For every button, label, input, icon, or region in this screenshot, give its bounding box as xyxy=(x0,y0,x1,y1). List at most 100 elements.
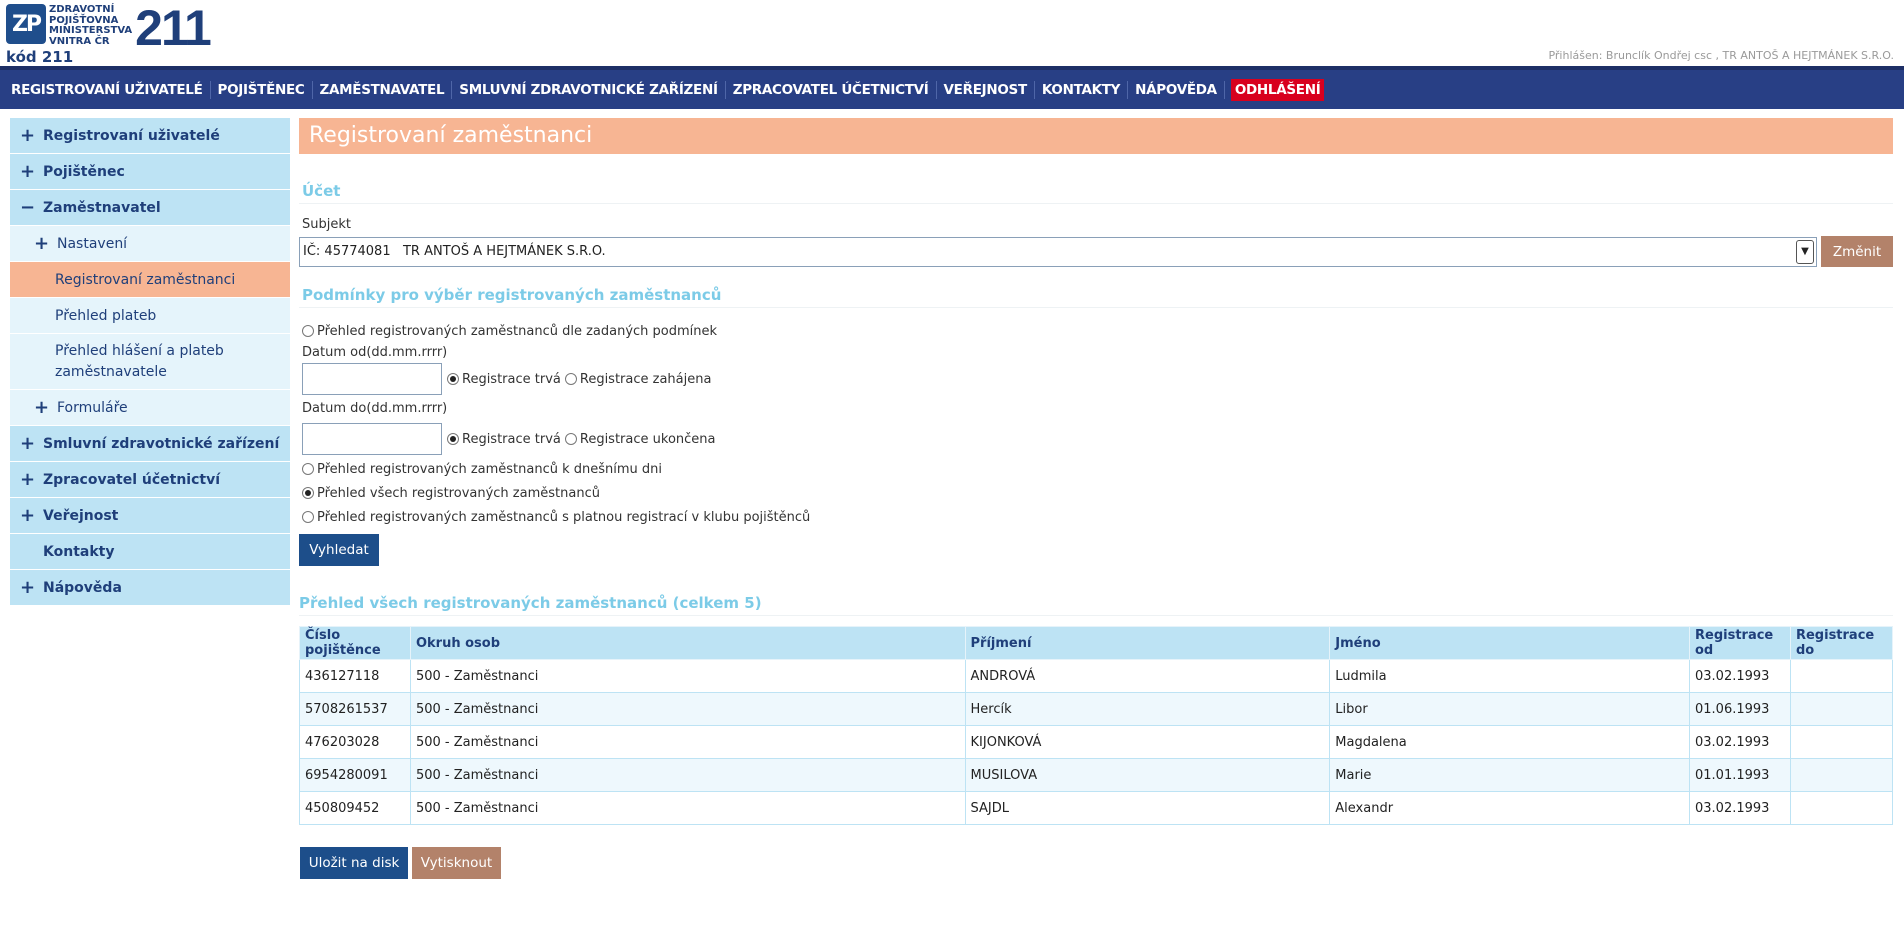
cell-reg-from: 03.02.1993 xyxy=(1689,659,1791,693)
sidebar-item-public[interactable]: + Veřejnost xyxy=(10,498,290,534)
sidebar: + Registrovaní uživatelé + Pojištěnec − … xyxy=(10,118,290,606)
zp-logo-icon: ZP xyxy=(6,4,46,44)
change-button[interactable]: Změnit xyxy=(1821,236,1893,267)
plus-icon: + xyxy=(34,397,50,418)
cell-reg-from: 03.02.1993 xyxy=(1689,725,1791,759)
chevron-down-icon[interactable]: ▼ xyxy=(1796,239,1814,264)
radio-today[interactable] xyxy=(302,462,314,475)
table-row[interactable]: 450809452 500 - Zaměstnanci SAJDL Alexan… xyxy=(299,791,1894,825)
nav-help[interactable]: NÁPOVĚDA xyxy=(1128,80,1225,99)
nav-registered-users[interactable]: REGISTROVANÍ UŽIVATELÉ xyxy=(4,80,211,99)
nav-accounting-processor[interactable]: ZPRACOVATEL ÚČETNICTVÍ xyxy=(726,80,937,99)
date-to-input[interactable] xyxy=(302,423,442,455)
search-button[interactable]: Vyhledat xyxy=(299,534,379,566)
column-header-reg-from[interactable]: Registrace od xyxy=(1689,626,1791,660)
nav-public[interactable]: VEŘEJNOST xyxy=(937,80,1035,99)
cell-name: Magdalena xyxy=(1329,725,1690,759)
login-info: Přihlášen: Brunclík Ondřej csc , TR ANTO… xyxy=(1548,49,1894,62)
cell-reg-to xyxy=(1789,692,1894,726)
table-row[interactable]: 436127118 500 - Zaměstnanci ANDROVÁ Ludm… xyxy=(299,659,1894,693)
cell-insured-number: 436127118 xyxy=(299,659,411,693)
table-row[interactable]: 5708261537 500 - Zaměstnanci Hercík Libo… xyxy=(299,692,1894,726)
sidebar-item-forms[interactable]: + Formuláře xyxy=(10,390,290,426)
zp-logo[interactable]: ZP ZDRAVOTNÍ POJIŠŤOVNA MINISTERSTVA VNI… xyxy=(6,0,212,56)
column-header-group[interactable]: Okruh osob xyxy=(409,626,966,660)
option-to-ongoing[interactable]: Registrace trvá xyxy=(447,432,561,447)
logo-number: 211 xyxy=(135,0,212,56)
cell-surname: KIJONKOVÁ xyxy=(964,725,1331,759)
radio-from-started[interactable] xyxy=(564,373,577,385)
sidebar-item-insured[interactable]: + Pojištěnec xyxy=(10,154,290,190)
cell-reg-from: 01.06.1993 xyxy=(1689,692,1791,726)
cell-name: Ludmila xyxy=(1329,659,1690,693)
nav-logout[interactable]: ODHLÁŠENÍ xyxy=(1230,78,1325,101)
cell-group: 500 - Zaměstnanci xyxy=(409,791,966,825)
radio-by-conditions[interactable] xyxy=(302,324,314,337)
column-header-insured-number[interactable]: Číslo pojištěnce xyxy=(299,626,411,660)
cell-group: 500 - Zaměstnanci xyxy=(409,692,966,726)
nav-contacts[interactable]: KONTAKTY xyxy=(1035,80,1129,99)
column-header-surname[interactable]: Příjmení xyxy=(964,626,1331,660)
logo-text: ZDRAVOTNÍ POJIŠŤOVNA MINISTERSTVA VNITRA… xyxy=(49,4,133,47)
date-from-input[interactable] xyxy=(302,363,442,395)
sidebar-item-settings[interactable]: + Nastavení xyxy=(10,226,290,262)
top-navigation: REGISTROVANÍ UŽIVATELÉ POJIŠTĚNEC ZAMĚST… xyxy=(0,66,1904,109)
radio-club[interactable] xyxy=(302,510,314,523)
results-heading: Přehled všech registrovaných zaměstnanců… xyxy=(299,590,1893,616)
cell-insured-number: 476203028 xyxy=(299,725,411,759)
option-to-ended[interactable]: Registrace ukončena xyxy=(564,432,716,447)
main-content: Registrovaní zaměstnanci Účet Subjekt IČ… xyxy=(299,118,1894,879)
cell-reg-from: 01.01.1993 xyxy=(1689,758,1791,792)
cell-group: 500 - Zaměstnanci xyxy=(409,659,966,693)
nav-insured[interactable]: POJIŠTĚNEC xyxy=(211,80,313,99)
option-club[interactable]: Přehled registrovaných zaměstnanců s pla… xyxy=(299,506,1893,530)
option-from-ongoing[interactable]: Registrace trvá xyxy=(447,372,561,387)
cell-reg-from: 03.02.1993 xyxy=(1689,791,1791,825)
plus-icon: + xyxy=(20,505,36,526)
option-from-started[interactable]: Registrace zahájena xyxy=(564,372,711,387)
plus-icon: + xyxy=(20,125,36,146)
print-button[interactable]: Vytisknout xyxy=(412,847,501,879)
cell-name: Libor xyxy=(1329,692,1690,726)
sidebar-item-contract-facility[interactable]: + Smluvní zdravotnické zařízení xyxy=(10,426,290,462)
subject-select[interactable]: IČ: 45774081 TR ANTOŠ A HEJTMÁNEK S.R.O.… xyxy=(299,236,1817,267)
nav-contract-facility[interactable]: SMLUVNÍ ZDRAVOTNICKÉ ZAŘÍZENÍ xyxy=(452,80,726,99)
sidebar-item-contacts[interactable]: Kontakty xyxy=(10,534,290,570)
column-header-name[interactable]: Jméno xyxy=(1329,626,1690,660)
sidebar-item-accounting-processor[interactable]: + Zpracovatel účetnictví xyxy=(10,462,290,498)
sidebar-item-employer[interactable]: − Zaměstnavatel xyxy=(10,190,290,226)
header: ZP ZDRAVOTNÍ POJIŠŤOVNA MINISTERSTVA VNI… xyxy=(0,0,1904,66)
page-title: Registrovaní zaměstnanci xyxy=(299,118,1893,154)
radio-from-ongoing[interactable] xyxy=(447,373,459,385)
sidebar-item-registered-employees[interactable]: Registrovaní zaměstnanci xyxy=(10,262,290,298)
cell-reg-to xyxy=(1789,725,1894,759)
cell-name: Marie xyxy=(1329,758,1690,792)
radio-to-ended[interactable] xyxy=(564,433,577,445)
sidebar-item-help[interactable]: + Nápověda xyxy=(10,570,290,606)
table-row[interactable]: 6954280091 500 - Zaměstnanci MUSILOVA Ma… xyxy=(299,758,1894,792)
nav-employer[interactable]: ZAMĚSTNAVATEL xyxy=(313,80,453,99)
plus-icon: + xyxy=(20,433,36,454)
table-row[interactable]: 476203028 500 - Zaměstnanci KIJONKOVÁ Ma… xyxy=(299,725,1894,759)
radio-to-ongoing[interactable] xyxy=(447,433,459,445)
table-header-row: Číslo pojištěnce Okruh osob Příjmení Jmé… xyxy=(299,626,1894,660)
option-all[interactable]: Přehled všech registrovaných zaměstnanců xyxy=(299,482,1893,506)
cell-insured-number: 450809452 xyxy=(299,791,411,825)
cell-surname: Hercík xyxy=(964,692,1331,726)
cell-reg-to xyxy=(1789,758,1894,792)
subject-label: Subjekt xyxy=(302,217,351,232)
cell-surname: ANDROVÁ xyxy=(964,659,1331,693)
employees-table: Číslo pojištěnce Okruh osob Příjmení Jmé… xyxy=(299,626,1894,825)
radio-all[interactable] xyxy=(302,486,314,499)
cell-insured-number: 6954280091 xyxy=(299,758,411,792)
date-to-label: Datum do(dd.mm.rrrr) xyxy=(302,401,448,416)
kod-label: kód 211 xyxy=(6,48,74,66)
minus-icon: − xyxy=(20,197,36,218)
sidebar-item-registered-users[interactable]: + Registrovaní uživatelé xyxy=(10,118,290,154)
column-header-reg-to[interactable]: Registrace do xyxy=(1789,626,1894,660)
option-today[interactable]: Přehled registrovaných zaměstnanců k dne… xyxy=(299,458,1893,482)
sidebar-item-payments-overview[interactable]: Přehled plateb xyxy=(10,298,290,334)
option-by-conditions[interactable]: Přehled registrovaných zaměstnanců dle z… xyxy=(299,320,1893,344)
sidebar-item-reports-payments[interactable]: Přehled hlášení a plateb zaměstnavatele xyxy=(10,334,290,390)
save-to-disk-button[interactable]: Uložit na disk xyxy=(300,847,408,879)
